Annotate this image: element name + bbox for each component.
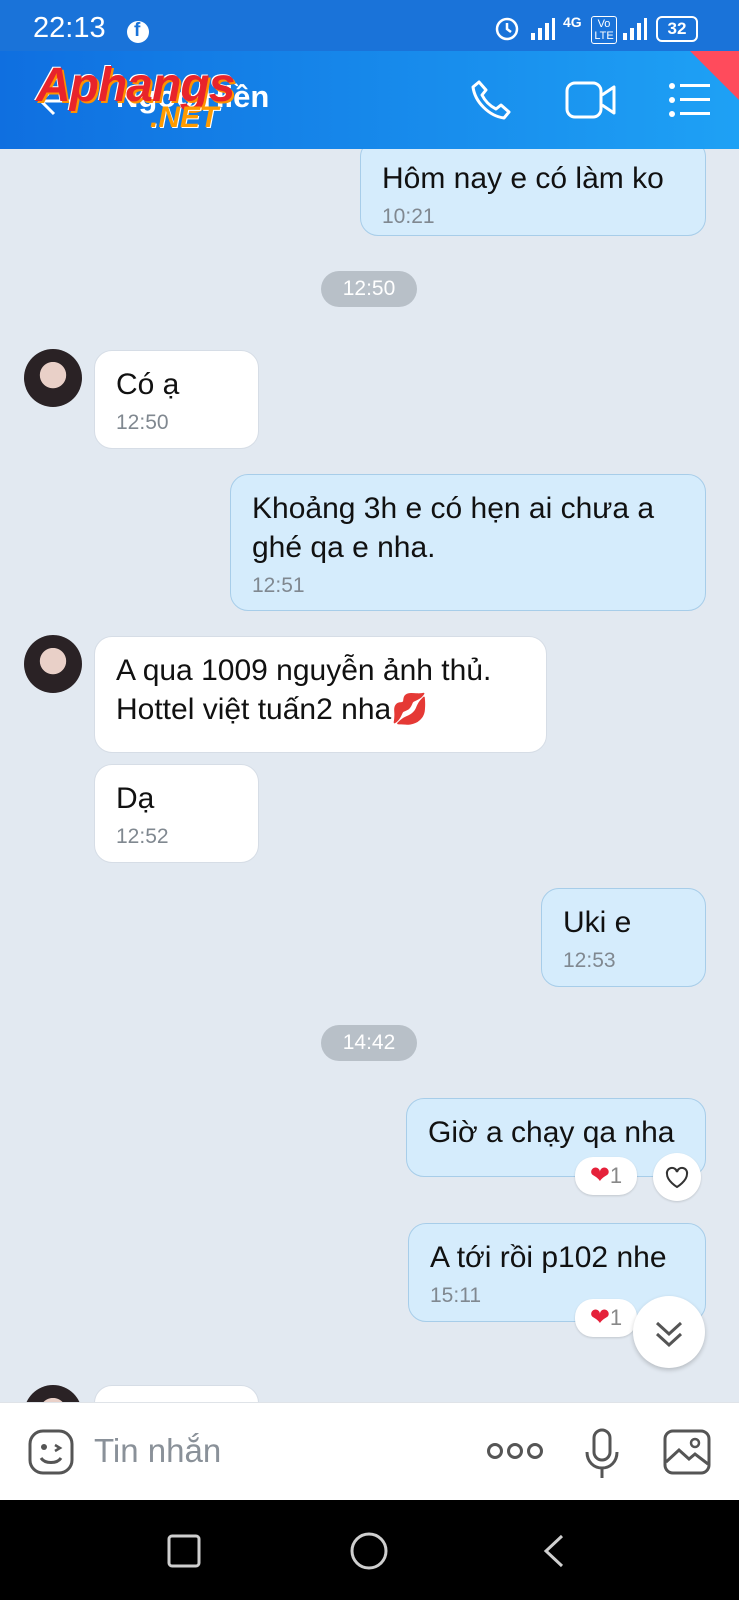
message-time: 10:21 (382, 205, 435, 228)
back-nav-icon[interactable] (540, 1533, 570, 1569)
time-separator: 12:50 (321, 271, 417, 307)
message-bubble-incoming[interactable]: A qua 1009 nguyễn ảnh thủ. Hottel việt t… (94, 636, 547, 753)
message-bubble-outgoing[interactable]: Hôm nay e có làm ko 10:21 (360, 149, 706, 236)
message-input[interactable]: Tin nhắn (94, 1432, 221, 1470)
message-bubble-incoming[interactable]: Có ạ 12:50 (94, 350, 259, 449)
video-icon[interactable] (565, 80, 617, 120)
avatar[interactable] (24, 1385, 82, 1402)
system-navigation-bar (0, 1500, 739, 1600)
message-bubble-outgoing[interactable]: Khoảng 3h e có hẹn ai chưa a ghé qa e nh… (230, 474, 706, 611)
status-bar: 22:13 4G Vo LTE 32 (0, 0, 739, 51)
signal-icon (531, 18, 555, 40)
watermark-logo-suffix: .NET (150, 101, 219, 134)
message-bubble-incoming[interactable]: Dạ 12:52 (94, 764, 259, 863)
message-list[interactable]: Hôm nay e có làm ko 10:21 12:50 Có ạ 12:… (0, 149, 739, 1402)
reaction-count: 1 (609, 1305, 623, 1330)
corner-badge (690, 51, 739, 100)
reaction-count: 1 (609, 1163, 623, 1188)
avatar[interactable] (24, 349, 82, 407)
chat-header: Ngọc Hiền Aphangs .NET (0, 51, 739, 149)
message-text: A qua 1009 nguyễn ảnh thủ. Hottel việt t… (116, 654, 492, 726)
message-bubble-outgoing[interactable]: Uki e 12:53 (541, 888, 706, 987)
battery-level: 32 (667, 19, 687, 38)
react-button[interactable] (653, 1153, 701, 1201)
heart-icon: ❤ (589, 1304, 610, 1331)
phone-icon[interactable] (469, 78, 513, 122)
message-text: Dạ (116, 782, 155, 815)
heart-icon: ❤ (589, 1162, 610, 1189)
sticker-icon[interactable] (27, 1428, 75, 1476)
reaction-badge[interactable]: ❤1 (575, 1157, 637, 1195)
scroll-to-bottom-button[interactable] (633, 1296, 705, 1368)
reaction-badge[interactable]: ❤1 (575, 1299, 637, 1337)
recent-apps-icon[interactable] (166, 1533, 202, 1569)
battery-icon: 32 (656, 16, 698, 42)
message-time: 12:51 (252, 574, 305, 597)
message-text: Khoảng 3h e có hẹn ai chưa a ghé qa e nh… (252, 492, 655, 564)
network-type: 4G (563, 14, 582, 30)
message-text: Có ạ (116, 368, 180, 401)
message-text: A tới rồi p102 nhe (430, 1241, 667, 1274)
heart-outline-icon (665, 1166, 689, 1189)
signal-icon-2 (623, 18, 647, 40)
mic-icon[interactable] (584, 1428, 620, 1480)
message-time: 12:50 (116, 411, 169, 434)
image-icon[interactable] (662, 1428, 712, 1476)
time-separator: 14:42 (321, 1025, 417, 1061)
double-chevron-down-icon (655, 1321, 683, 1348)
volte-badge: Vo LTE (591, 16, 617, 44)
message-text: Giờ a chạy qa nha (428, 1116, 675, 1149)
home-icon[interactable] (349, 1531, 389, 1571)
avatar[interactable] (24, 635, 82, 693)
message-text: Uki e (563, 906, 632, 939)
facebook-notification-icon (127, 20, 149, 43)
status-time: 22:13 (33, 12, 106, 44)
message-time: 12:53 (563, 949, 616, 972)
message-time: 12:52 (116, 825, 169, 848)
message-text: Hôm nay e có làm ko (382, 162, 664, 195)
more-dots-icon[interactable] (486, 1441, 544, 1461)
message-bubble-incoming[interactable] (94, 1385, 259, 1402)
alarm-icon (495, 17, 519, 41)
message-input-bar: Tin nhắn (0, 1402, 739, 1501)
